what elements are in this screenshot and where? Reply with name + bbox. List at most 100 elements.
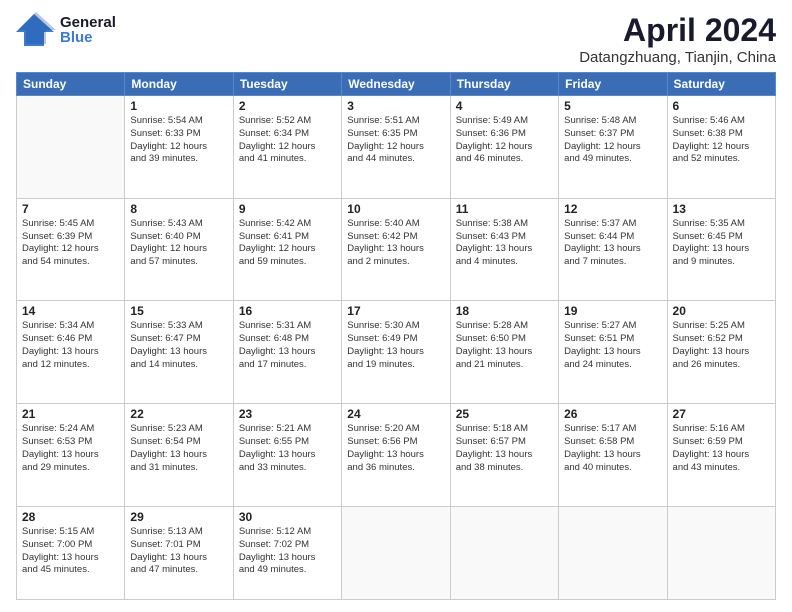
logo-general-text: General xyxy=(60,15,116,30)
table-row xyxy=(342,506,450,599)
table-row: 29 Sunrise: 5:13 AMSunset: 7:01 PMDayligh… xyxy=(125,506,233,599)
page-subtitle: Datangzhuang, Tianjin, China xyxy=(579,49,776,66)
header-tuesday: Tuesday xyxy=(233,73,341,96)
day-number: 12 xyxy=(564,202,661,216)
table-row: 17 Sunrise: 5:30 AMSunset: 6:49 PMDayligh… xyxy=(342,301,450,404)
table-row: 30Sunrise: 5:12 AMSunset: 7:02 PMDayligh… xyxy=(233,506,341,599)
day-info: Sunrise: 5:20 AMSunset: 6:56 PMDaylight:… xyxy=(347,423,444,474)
day-number: 15 xyxy=(130,304,227,318)
day-number: 19 xyxy=(564,304,661,318)
table-row: 7Sunrise: 5:45 AMSunset: 6:39 PMDaylight… xyxy=(17,198,125,301)
day-info: Sunrise: 5:40 AMSunset: 6:42 PMDaylight:… xyxy=(347,218,444,269)
table-row: 8 Sunrise: 5:43 AMSunset: 6:40 PMDaylight… xyxy=(125,198,233,301)
day-info: Sunrise: 5:54 AMSunset: 6:33 PMDaylight:… xyxy=(130,115,227,166)
day-info: Sunrise: 5:15 AMSunset: 7:00 PMDaylight:… xyxy=(22,526,119,577)
day-info: Sunrise: 5:48 AMSunset: 6:37 PMDaylight:… xyxy=(564,115,661,166)
day-number: 9 xyxy=(239,202,336,216)
table-row: 6 Sunrise: 5:46 AMSunset: 6:38 PMDaylight… xyxy=(667,96,775,199)
table-row xyxy=(667,506,775,599)
day-number: 14 xyxy=(22,304,119,318)
day-info: Sunrise: 5:31 AMSunset: 6:48 PMDaylight:… xyxy=(239,320,336,371)
header: General Blue April 2024 Datangzhuang, Ti… xyxy=(16,12,776,66)
day-number: 11 xyxy=(456,202,553,216)
logo-blue-text: Blue xyxy=(60,30,116,45)
day-info: Sunrise: 5:13 AMSunset: 7:01 PMDaylight:… xyxy=(130,526,227,577)
header-sunday: Sunday xyxy=(17,73,125,96)
day-number: 25 xyxy=(456,407,553,421)
day-number: 4 xyxy=(456,99,553,113)
day-info: Sunrise: 5:51 AMSunset: 6:35 PMDaylight:… xyxy=(347,115,444,166)
day-number: 3 xyxy=(347,99,444,113)
logo: General Blue xyxy=(16,12,116,48)
day-info: Sunrise: 5:12 AMSunset: 7:02 PMDaylight:… xyxy=(239,526,336,577)
table-row: 15Sunrise: 5:33 AMSunset: 6:47 PMDayligh… xyxy=(125,301,233,404)
table-row: 5Sunrise: 5:48 AMSunset: 6:37 PMDaylight… xyxy=(559,96,667,199)
day-number: 13 xyxy=(673,202,770,216)
day-number: 28 xyxy=(22,510,119,524)
day-info: Sunrise: 5:27 AMSunset: 6:51 PMDaylight:… xyxy=(564,320,661,371)
day-info: Sunrise: 5:24 AMSunset: 6:53 PMDaylight:… xyxy=(22,423,119,474)
day-number: 24 xyxy=(347,407,444,421)
table-row: 18 Sunrise: 5:28 AMSunset: 6:50 PMDayligh… xyxy=(450,301,558,404)
table-row xyxy=(450,506,558,599)
table-row: 24 Sunrise: 5:20 AMSunset: 6:56 PMDayligh… xyxy=(342,404,450,507)
day-info: Sunrise: 5:30 AMSunset: 6:49 PMDaylight:… xyxy=(347,320,444,371)
header-friday: Friday xyxy=(559,73,667,96)
day-number: 29 xyxy=(130,510,227,524)
table-row: 22 Sunrise: 5:23 AMSunset: 6:54 PMDayligh… xyxy=(125,404,233,507)
table-row: 26 Sunrise: 5:17 AMSunset: 6:58 PMDayligh… xyxy=(559,404,667,507)
day-info: Sunrise: 5:46 AMSunset: 6:38 PMDaylight:… xyxy=(673,115,770,166)
table-row: 10 Sunrise: 5:40 AMSunset: 6:42 PMDayligh… xyxy=(342,198,450,301)
table-row: 3 Sunrise: 5:51 AMSunset: 6:35 PMDaylight… xyxy=(342,96,450,199)
table-row xyxy=(559,506,667,599)
day-info: Sunrise: 5:49 AMSunset: 6:36 PMDaylight:… xyxy=(456,115,553,166)
day-info: Sunrise: 5:34 AMSunset: 6:46 PMDaylight:… xyxy=(22,320,119,371)
day-info: Sunrise: 5:28 AMSunset: 6:50 PMDaylight:… xyxy=(456,320,553,371)
day-number: 22 xyxy=(130,407,227,421)
table-row: 12 Sunrise: 5:37 AMSunset: 6:44 PMDayligh… xyxy=(559,198,667,301)
page: General Blue April 2024 Datangzhuang, Ti… xyxy=(0,0,792,612)
day-info: Sunrise: 5:52 AMSunset: 6:34 PMDaylight:… xyxy=(239,115,336,166)
table-row: 16 Sunrise: 5:31 AMSunset: 6:48 PMDayligh… xyxy=(233,301,341,404)
title-block: April 2024 Datangzhuang, Tianjin, China xyxy=(579,12,776,66)
calendar: Sunday Monday Tuesday Wednesday Thursday… xyxy=(16,72,776,600)
page-title: April 2024 xyxy=(579,12,776,49)
table-row: 21 Sunrise: 5:24 AMSunset: 6:53 PMDayligh… xyxy=(17,404,125,507)
table-row xyxy=(17,96,125,199)
day-info: Sunrise: 5:23 AMSunset: 6:54 PMDaylight:… xyxy=(130,423,227,474)
day-number: 26 xyxy=(564,407,661,421)
day-info: Sunrise: 5:18 AMSunset: 6:57 PMDaylight:… xyxy=(456,423,553,474)
table-row: 27Sunrise: 5:16 AMSunset: 6:59 PMDayligh… xyxy=(667,404,775,507)
logo-words: General Blue xyxy=(60,15,116,45)
day-number: 6 xyxy=(673,99,770,113)
day-info: Sunrise: 5:17 AMSunset: 6:58 PMDaylight:… xyxy=(564,423,661,474)
day-number: 18 xyxy=(456,304,553,318)
day-info: Sunrise: 5:37 AMSunset: 6:44 PMDaylight:… xyxy=(564,218,661,269)
day-number: 16 xyxy=(239,304,336,318)
table-row: 13Sunrise: 5:35 AMSunset: 6:45 PMDayligh… xyxy=(667,198,775,301)
header-wednesday: Wednesday xyxy=(342,73,450,96)
day-number: 10 xyxy=(347,202,444,216)
day-info: Sunrise: 5:21 AMSunset: 6:55 PMDaylight:… xyxy=(239,423,336,474)
day-info: Sunrise: 5:45 AMSunset: 6:39 PMDaylight:… xyxy=(22,218,119,269)
header-saturday: Saturday xyxy=(667,73,775,96)
table-row: 14 Sunrise: 5:34 AMSunset: 6:46 PMDayligh… xyxy=(17,301,125,404)
logo-icon xyxy=(16,12,56,48)
day-number: 23 xyxy=(239,407,336,421)
day-info: Sunrise: 5:43 AMSunset: 6:40 PMDaylight:… xyxy=(130,218,227,269)
day-info: Sunrise: 5:25 AMSunset: 6:52 PMDaylight:… xyxy=(673,320,770,371)
table-row: 9 Sunrise: 5:42 AMSunset: 6:41 PMDaylight… xyxy=(233,198,341,301)
day-number: 20 xyxy=(673,304,770,318)
weekday-header-row: Sunday Monday Tuesday Wednesday Thursday… xyxy=(17,73,776,96)
day-number: 2 xyxy=(239,99,336,113)
table-row: 20 Sunrise: 5:25 AMSunset: 6:52 PMDayligh… xyxy=(667,301,775,404)
header-monday: Monday xyxy=(125,73,233,96)
day-info: Sunrise: 5:42 AMSunset: 6:41 PMDaylight:… xyxy=(239,218,336,269)
day-number: 21 xyxy=(22,407,119,421)
day-number: 17 xyxy=(347,304,444,318)
table-row: 4 Sunrise: 5:49 AMSunset: 6:36 PMDaylight… xyxy=(450,96,558,199)
table-row: 11Sunrise: 5:38 AMSunset: 6:43 PMDayligh… xyxy=(450,198,558,301)
table-row: 25 Sunrise: 5:18 AMSunset: 6:57 PMDayligh… xyxy=(450,404,558,507)
day-number: 27 xyxy=(673,407,770,421)
day-number: 8 xyxy=(130,202,227,216)
